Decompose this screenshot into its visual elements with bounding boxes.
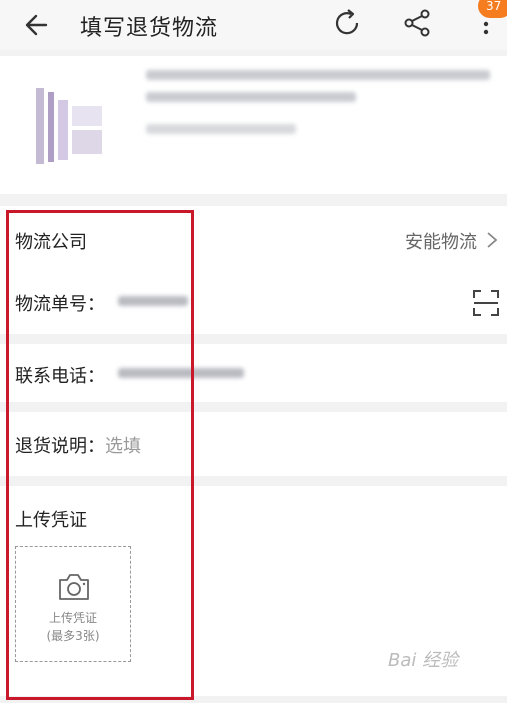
notification-badge: 37 — [478, 0, 507, 18]
return-note-row[interactable]: 退货说明：选填 — [0, 412, 507, 476]
back-arrow-icon[interactable] — [22, 9, 54, 41]
return-note-input[interactable]: 选填 — [105, 436, 141, 457]
refresh-icon[interactable] — [330, 6, 364, 40]
scan-icon[interactable] — [471, 288, 501, 318]
upload-proof-label: 上传凭证 — [15, 510, 87, 531]
top-bar: 填写退货物流 37 — [0, 0, 507, 50]
tracking-number-label: 物流单号： — [15, 294, 105, 315]
product-summary — [0, 56, 507, 194]
product-title-line — [146, 70, 490, 80]
product-title-line — [146, 92, 356, 102]
logistics-company-label: 物流公司 — [15, 232, 87, 253]
upload-hint-text: 上传凭证 — [48, 611, 97, 625]
page-title: 填写退货物流 — [80, 16, 219, 41]
section-divider — [0, 334, 507, 344]
camera-icon — [59, 574, 89, 600]
share-icon[interactable] — [400, 6, 434, 40]
section-divider — [0, 476, 507, 486]
tracking-number-row[interactable]: 物流单号： — [0, 270, 507, 334]
upload-proof-button[interactable]: 上传凭证 (最多3张) — [15, 546, 131, 662]
contact-phone-label: 联系电话： — [15, 366, 105, 387]
logistics-company-value: 安能物流 — [405, 232, 477, 253]
return-note-label: 退货说明：选填 — [15, 436, 141, 457]
product-spec-line — [146, 124, 296, 134]
watermark-logo: Bai 经验 — [388, 650, 459, 671]
bottom-divider — [0, 696, 507, 703]
section-divider — [0, 402, 507, 412]
logistics-company-row[interactable]: 物流公司 安能物流 — [0, 206, 507, 270]
contact-phone-input[interactable] — [118, 368, 244, 378]
tracking-number-input[interactable] — [118, 296, 188, 306]
upload-limit-text: (最多3张) — [46, 629, 100, 643]
product-thumbnail — [22, 70, 114, 182]
contact-phone-row[interactable]: 联系电话： — [0, 344, 507, 402]
chevron-right-icon — [487, 232, 498, 248]
